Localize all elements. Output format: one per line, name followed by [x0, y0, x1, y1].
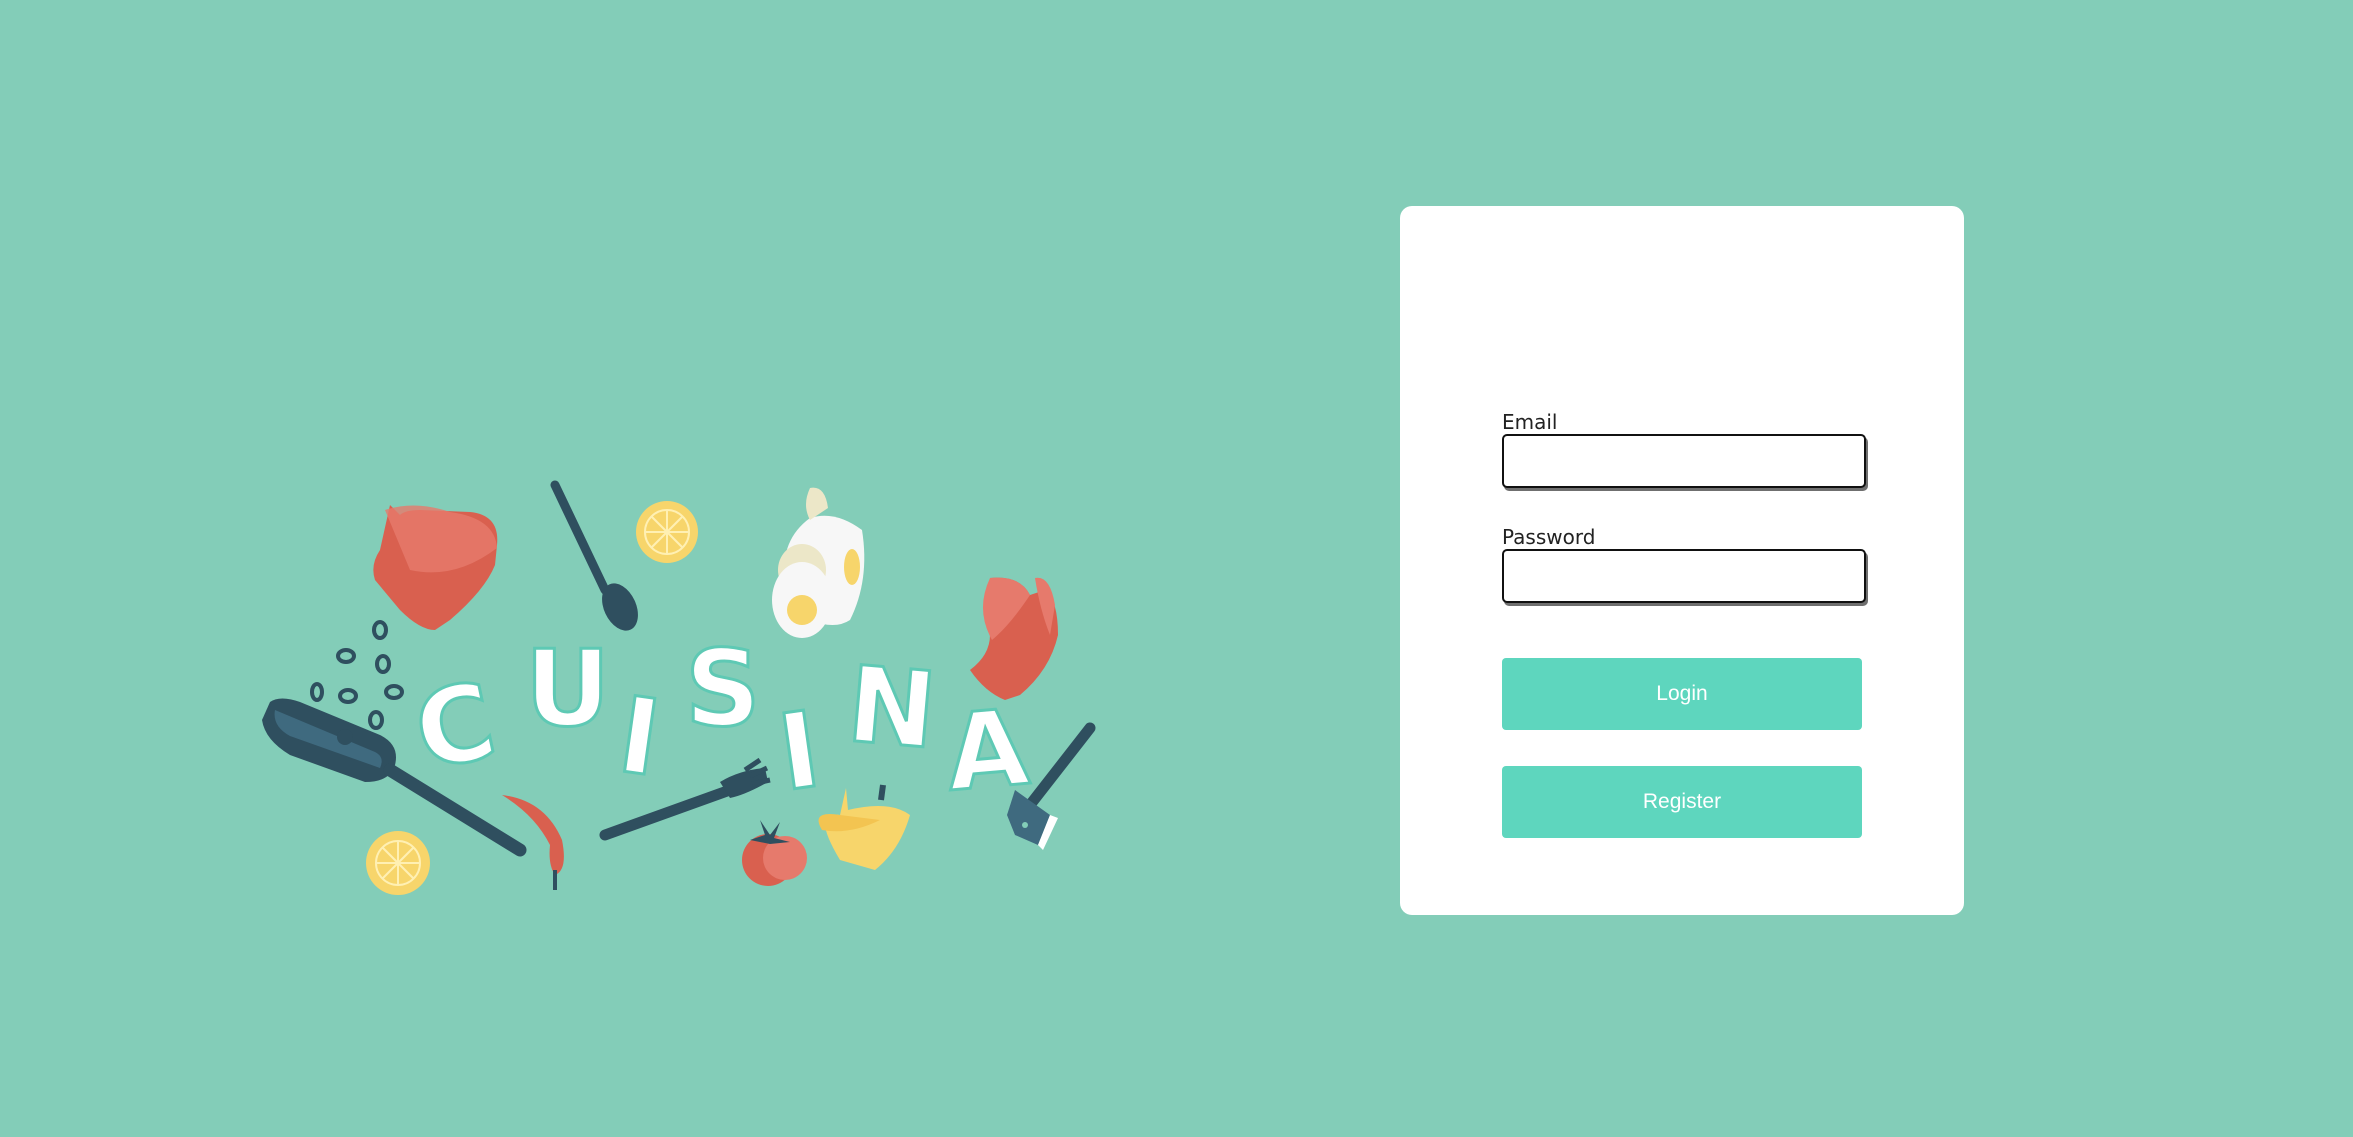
logo-letter: C	[405, 659, 506, 794]
email-label: Email	[1502, 410, 1558, 434]
logo-letter: S	[685, 628, 761, 750]
tomato-icon	[742, 820, 807, 886]
spoon-icon	[550, 480, 638, 631]
register-button[interactable]: Register	[1502, 766, 1862, 838]
lemon-slice-icon	[366, 831, 430, 895]
bell-pepper-icon	[818, 784, 910, 870]
login-button[interactable]: Login	[1502, 658, 1862, 730]
logo-letter: I	[772, 689, 828, 815]
email-input[interactable]	[1502, 434, 1866, 488]
logo-letter: U	[525, 628, 610, 750]
cuisina-wordmark: C U I S I N A	[403, 627, 1034, 817]
oven-mitt-icon	[970, 577, 1058, 700]
password-input[interactable]	[1502, 549, 1866, 603]
logo-letter: A	[942, 686, 1034, 815]
oven-mitt-icon	[373, 505, 498, 630]
lemon-slice-icon	[636, 501, 698, 563]
login-page: C U I S I N A Email Password Login Regis…	[0, 0, 2353, 1137]
logo-letter: N	[843, 643, 941, 772]
logo-letter: I	[612, 674, 668, 800]
password-label: Password	[1502, 525, 1596, 549]
beans-icon	[310, 620, 404, 730]
cuisina-logo-illustration: C U I S I N A	[250, 470, 1130, 900]
egg-icon	[772, 487, 865, 638]
login-card: Email Password Login Register	[1400, 206, 1964, 915]
